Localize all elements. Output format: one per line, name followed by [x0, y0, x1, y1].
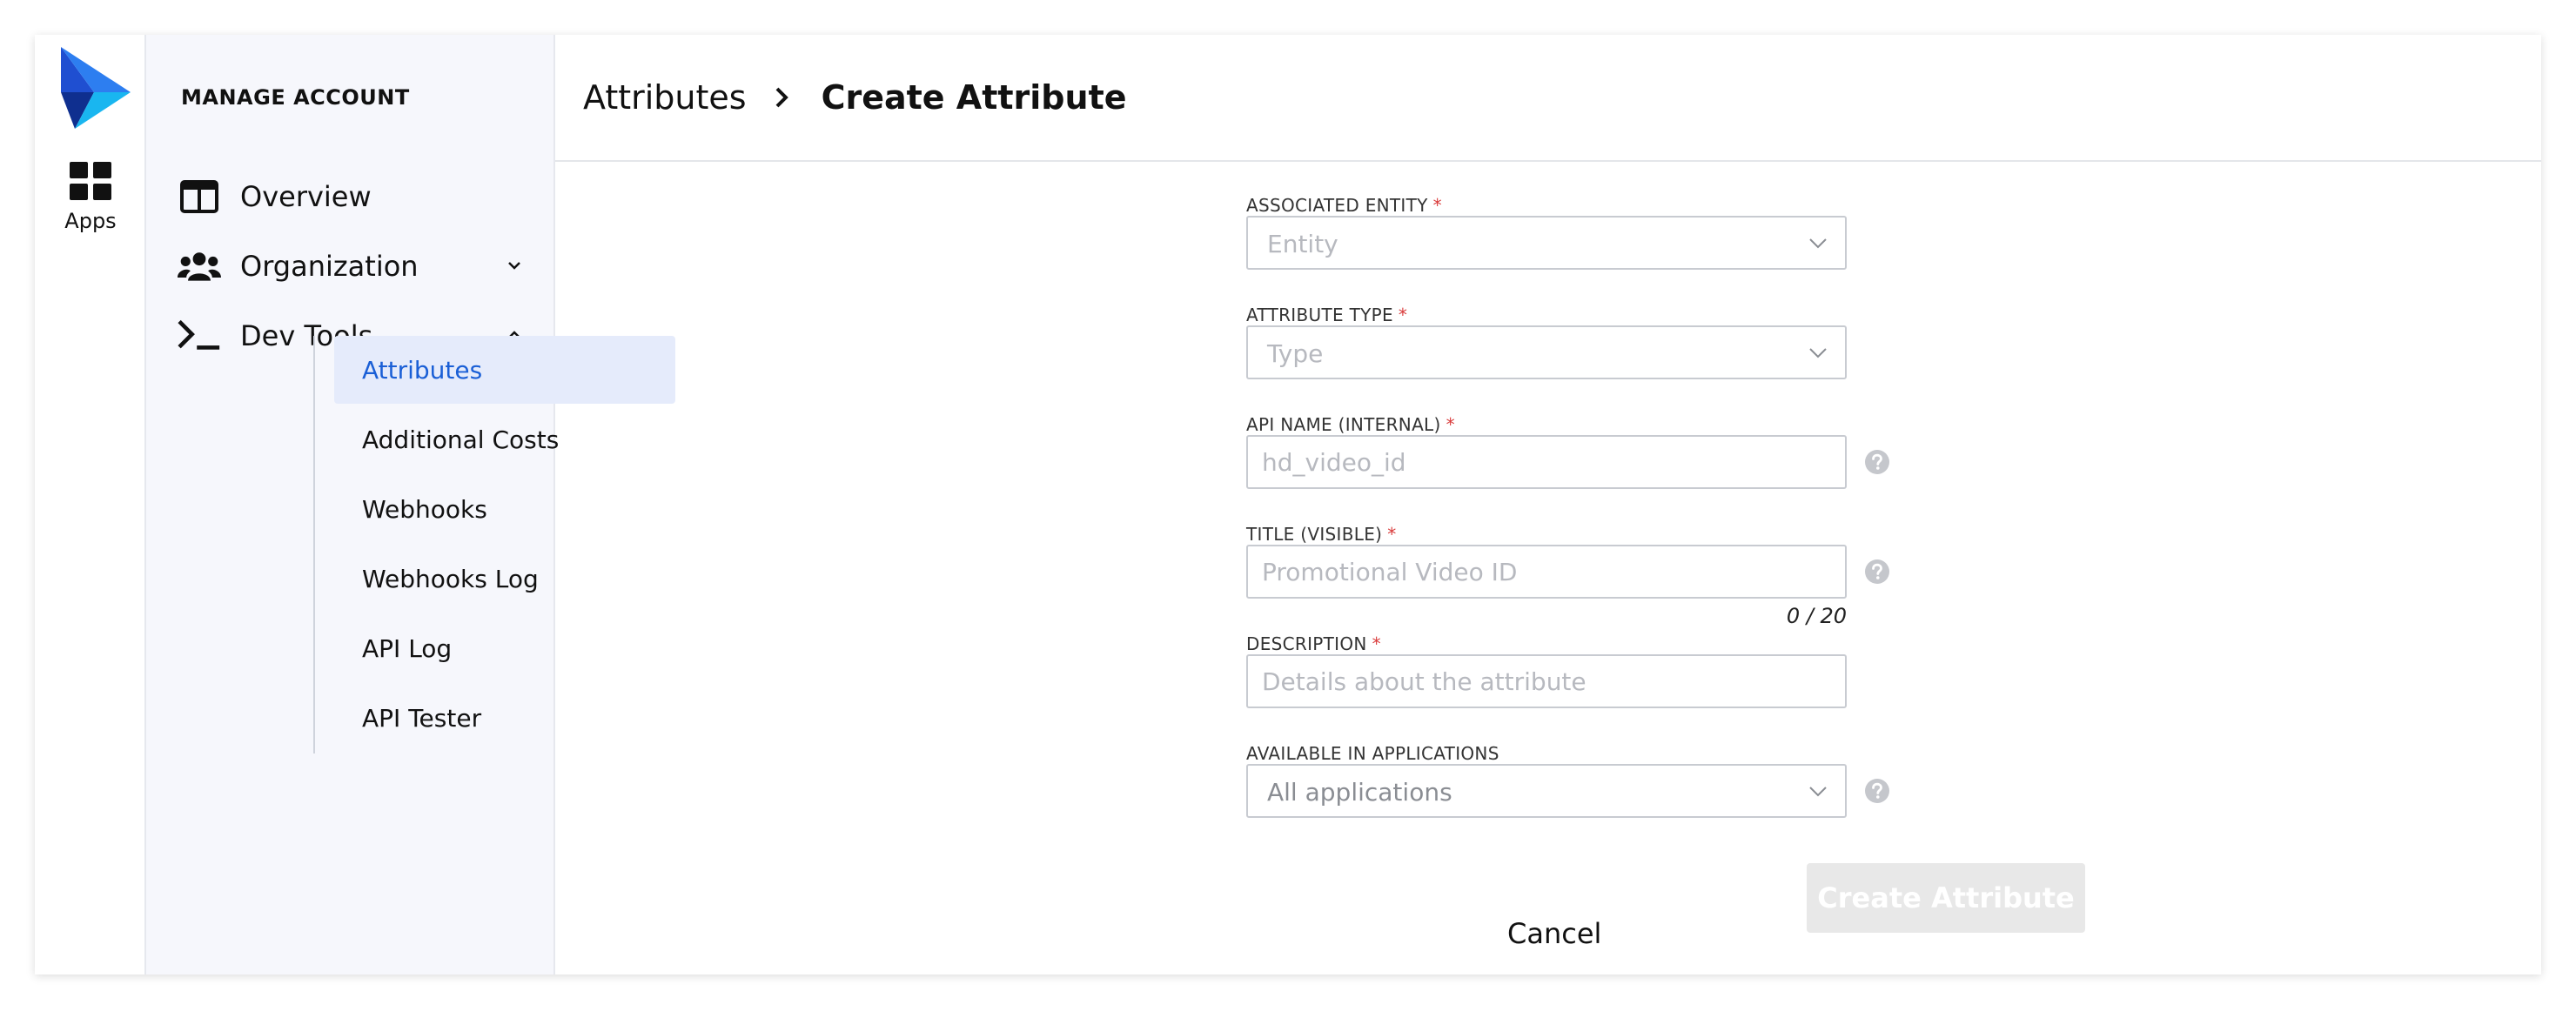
chevron-down-icon — [1809, 238, 1827, 249]
attribute-type-label: ATTRIBUTE TYPE * — [1246, 305, 1408, 325]
title-field-wrapper — [1246, 545, 1847, 599]
grid-icon — [70, 162, 111, 200]
create-attribute-button[interactable]: Create Attribute — [1807, 863, 2085, 933]
attribute-type-select[interactable]: Type — [1246, 325, 1847, 379]
apps-label: Apps — [64, 209, 117, 233]
layout-icon — [178, 177, 221, 216]
page-title: Create Attribute — [821, 78, 1127, 117]
attribute-type-placeholder: Type — [1267, 339, 1324, 368]
subnav-guide-line — [313, 336, 315, 753]
users-icon — [178, 247, 221, 285]
terminal-icon — [178, 317, 221, 355]
help-circle-icon[interactable] — [1864, 778, 1890, 804]
associated-entity-select[interactable]: Entity — [1246, 216, 1847, 270]
sidebar-item-overview[interactable]: Overview — [178, 171, 526, 223]
breadcrumb-attributes-link[interactable]: Attributes — [583, 78, 747, 117]
breadcrumb: Attributes Create Attribute — [555, 35, 2541, 162]
app-window: Apps MANAGE ACCOUNT Overview Organizatio… — [35, 35, 2541, 974]
available-in-applications-value: All applications — [1267, 778, 1452, 807]
description-label: DESCRIPTION * — [1246, 633, 1381, 654]
chevron-right-icon — [775, 87, 788, 108]
associated-entity-placeholder: Entity — [1267, 230, 1338, 258]
title-char-counter: 0 / 20 — [1786, 604, 1847, 628]
sidebar-item-label: Organization — [240, 250, 419, 283]
sidebar: MANAGE ACCOUNT Overview Organization Dev… — [146, 35, 675, 974]
brand-logo-icon[interactable] — [61, 47, 131, 129]
description-input[interactable] — [1248, 656, 1819, 707]
apps-launcher[interactable]: Apps — [35, 162, 146, 233]
title-input[interactable] — [1248, 546, 1819, 597]
main-content: Attributes Create Attribute ASSOCIATED E… — [555, 35, 2541, 974]
api-name-field-wrapper — [1246, 435, 1847, 489]
sidebar-item-organization[interactable]: Organization — [178, 240, 526, 292]
title-label: TITLE (VISIBLE) * — [1246, 524, 1397, 545]
sidebar-heading: MANAGE ACCOUNT — [181, 85, 410, 110]
sidebar-item-label: Overview — [240, 180, 372, 213]
chevron-down-icon — [1809, 348, 1827, 358]
api-name-input[interactable] — [1248, 437, 1819, 487]
cancel-button[interactable]: Cancel — [1507, 917, 1601, 950]
app-rail: Apps — [35, 35, 146, 974]
chevron-down-icon — [508, 262, 520, 270]
help-circle-icon[interactable] — [1864, 449, 1890, 475]
associated-entity-label: ASSOCIATED ENTITY * — [1246, 195, 1442, 216]
help-circle-icon[interactable] — [1864, 559, 1890, 585]
api-name-label: API NAME (INTERNAL) * — [1246, 414, 1455, 435]
available-in-applications-label: AVAILABLE IN APPLICATIONS — [1246, 743, 1499, 764]
description-field-wrapper — [1246, 654, 1847, 708]
available-in-applications-select[interactable]: All applications — [1246, 764, 1847, 818]
chevron-down-icon — [1809, 787, 1827, 797]
